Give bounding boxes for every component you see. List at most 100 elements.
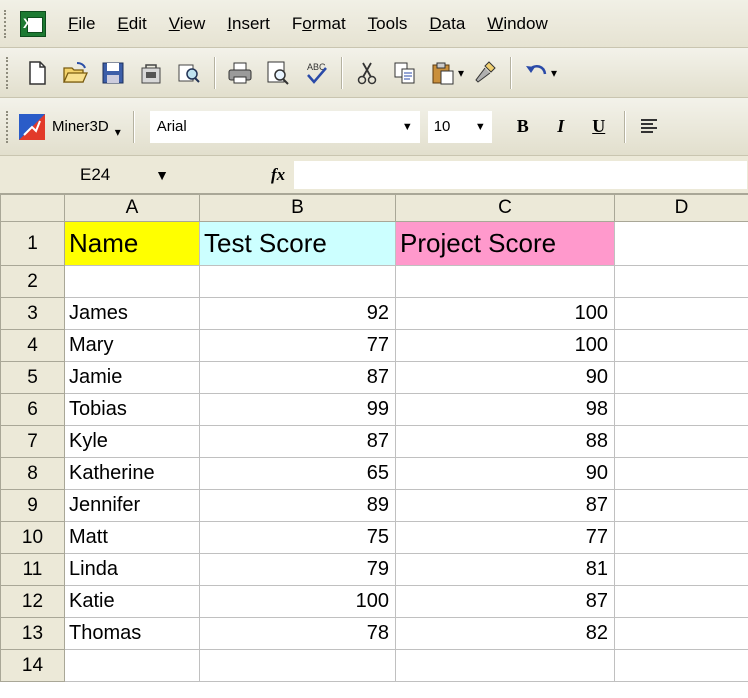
cell-test-score[interactable]: 99 <box>199 393 396 426</box>
column-header-b[interactable]: B <box>199 194 396 222</box>
cell-a1[interactable]: Name <box>64 221 200 266</box>
undo-icon[interactable] <box>517 54 555 92</box>
cell-name[interactable] <box>64 265 200 298</box>
row-header[interactable]: 12 <box>0 585 65 618</box>
cell-project-score[interactable]: 87 <box>395 585 615 618</box>
row-header[interactable]: 14 <box>0 649 65 682</box>
cell-test-score[interactable]: 100 <box>199 585 396 618</box>
function-icon[interactable]: fx <box>271 165 285 185</box>
row-header[interactable]: 1 <box>0 221 65 266</box>
cell-empty[interactable] <box>614 617 748 650</box>
menu-tools[interactable]: Tools <box>360 0 422 48</box>
cell-name[interactable]: Kyle <box>64 425 200 458</box>
select-all-corner[interactable] <box>0 194 65 222</box>
menu-data[interactable]: Data <box>421 0 479 48</box>
new-icon[interactable] <box>18 54 56 92</box>
underline-button[interactable]: U <box>580 108 618 146</box>
menu-file[interactable]: File <box>60 0 109 48</box>
name-box[interactable]: E24 ▼ <box>6 160 181 190</box>
cell-name[interactable]: James <box>64 297 200 330</box>
excel-icon[interactable]: X <box>20 10 46 37</box>
cell-name[interactable] <box>64 649 200 682</box>
cell-name[interactable]: Jamie <box>64 361 200 394</box>
menu-format[interactable]: Format <box>284 0 360 48</box>
row-header[interactable]: 13 <box>0 617 65 650</box>
cell-project-score[interactable] <box>395 649 615 682</box>
toolbar-grip[interactable] <box>6 110 10 143</box>
cell-empty[interactable] <box>614 457 748 490</box>
cell-project-score[interactable]: 77 <box>395 521 615 554</box>
open-icon[interactable] <box>56 54 94 92</box>
row-header[interactable]: 10 <box>0 521 65 554</box>
cell-test-score[interactable]: 87 <box>199 361 396 394</box>
cell-project-score[interactable]: 87 <box>395 489 615 522</box>
cell-empty[interactable] <box>614 489 748 522</box>
formula-input[interactable] <box>293 159 748 190</box>
cell-c1[interactable]: Project Score <box>395 221 615 266</box>
print-icon[interactable] <box>221 54 259 92</box>
cell-empty[interactable] <box>614 425 748 458</box>
column-header-c[interactable]: C <box>395 194 615 222</box>
row-header[interactable]: 7 <box>0 425 65 458</box>
column-header-d[interactable]: D <box>614 194 748 222</box>
menu-edit[interactable]: Edit <box>109 0 160 48</box>
cell-project-score[interactable]: 90 <box>395 361 615 394</box>
cell-empty[interactable] <box>614 361 748 394</box>
cell-test-score[interactable] <box>199 265 396 298</box>
cell-empty[interactable] <box>614 649 748 682</box>
cell-name[interactable]: Jennifer <box>64 489 200 522</box>
cell-project-score[interactable] <box>395 265 615 298</box>
italic-button[interactable]: I <box>542 108 580 146</box>
save-icon[interactable] <box>94 54 132 92</box>
row-header[interactable]: 3 <box>0 297 65 330</box>
row-header[interactable]: 2 <box>0 265 65 298</box>
cell-test-score[interactable]: 89 <box>199 489 396 522</box>
miner3d-button[interactable]: Miner3D ▾ <box>18 109 127 145</box>
cell-name[interactable]: Linda <box>64 553 200 586</box>
cell-test-score[interactable]: 77 <box>199 329 396 362</box>
cell-empty[interactable] <box>614 329 748 362</box>
paste-dropdown-icon[interactable]: ▾ <box>458 66 464 80</box>
menu-view[interactable]: View <box>161 0 220 48</box>
cell-empty[interactable] <box>614 521 748 554</box>
cut-icon[interactable] <box>348 54 386 92</box>
row-header[interactable]: 9 <box>0 489 65 522</box>
cell-project-score[interactable]: 90 <box>395 457 615 490</box>
cell-project-score[interactable]: 81 <box>395 553 615 586</box>
cell-test-score[interactable]: 87 <box>199 425 396 458</box>
cell-empty[interactable] <box>614 585 748 618</box>
permission-icon[interactable] <box>132 54 170 92</box>
cell-empty[interactable] <box>614 553 748 586</box>
row-header[interactable]: 8 <box>0 457 65 490</box>
cell-test-score[interactable]: 78 <box>199 617 396 650</box>
print-preview-icon[interactable] <box>259 54 297 92</box>
cell-name[interactable]: Katherine <box>64 457 200 490</box>
row-header[interactable]: 4 <box>0 329 65 362</box>
cell-name[interactable]: Katie <box>64 585 200 618</box>
menu-grip[interactable] <box>4 9 10 38</box>
format-painter-icon[interactable] <box>466 54 504 92</box>
row-header[interactable]: 6 <box>0 393 65 426</box>
cell-test-score[interactable]: 65 <box>199 457 396 490</box>
cell-test-score[interactable]: 75 <box>199 521 396 554</box>
column-header-a[interactable]: A <box>64 194 200 222</box>
cell-name[interactable]: Thomas <box>64 617 200 650</box>
cell-empty[interactable] <box>614 265 748 298</box>
cell-test-score[interactable]: 79 <box>199 553 396 586</box>
paste-icon[interactable] <box>424 54 462 92</box>
cell-project-score[interactable]: 82 <box>395 617 615 650</box>
cell-test-score[interactable] <box>199 649 396 682</box>
cell-project-score[interactable]: 100 <box>395 329 615 362</box>
cell-empty[interactable] <box>614 393 748 426</box>
font-size-select[interactable]: 10 ▼ <box>427 110 492 143</box>
cell-test-score[interactable]: 92 <box>199 297 396 330</box>
row-header[interactable]: 5 <box>0 361 65 394</box>
chevron-down-icon[interactable]: ▼ <box>155 167 169 183</box>
cell-project-score[interactable]: 88 <box>395 425 615 458</box>
cell-d1[interactable] <box>614 221 748 266</box>
spelling-icon[interactable]: ABC <box>297 54 335 92</box>
menu-insert[interactable]: Insert <box>219 0 284 48</box>
chevron-down-icon[interactable]: ▼ <box>475 121 486 133</box>
undo-dropdown-icon[interactable]: ▾ <box>551 66 557 80</box>
cell-project-score[interactable]: 98 <box>395 393 615 426</box>
